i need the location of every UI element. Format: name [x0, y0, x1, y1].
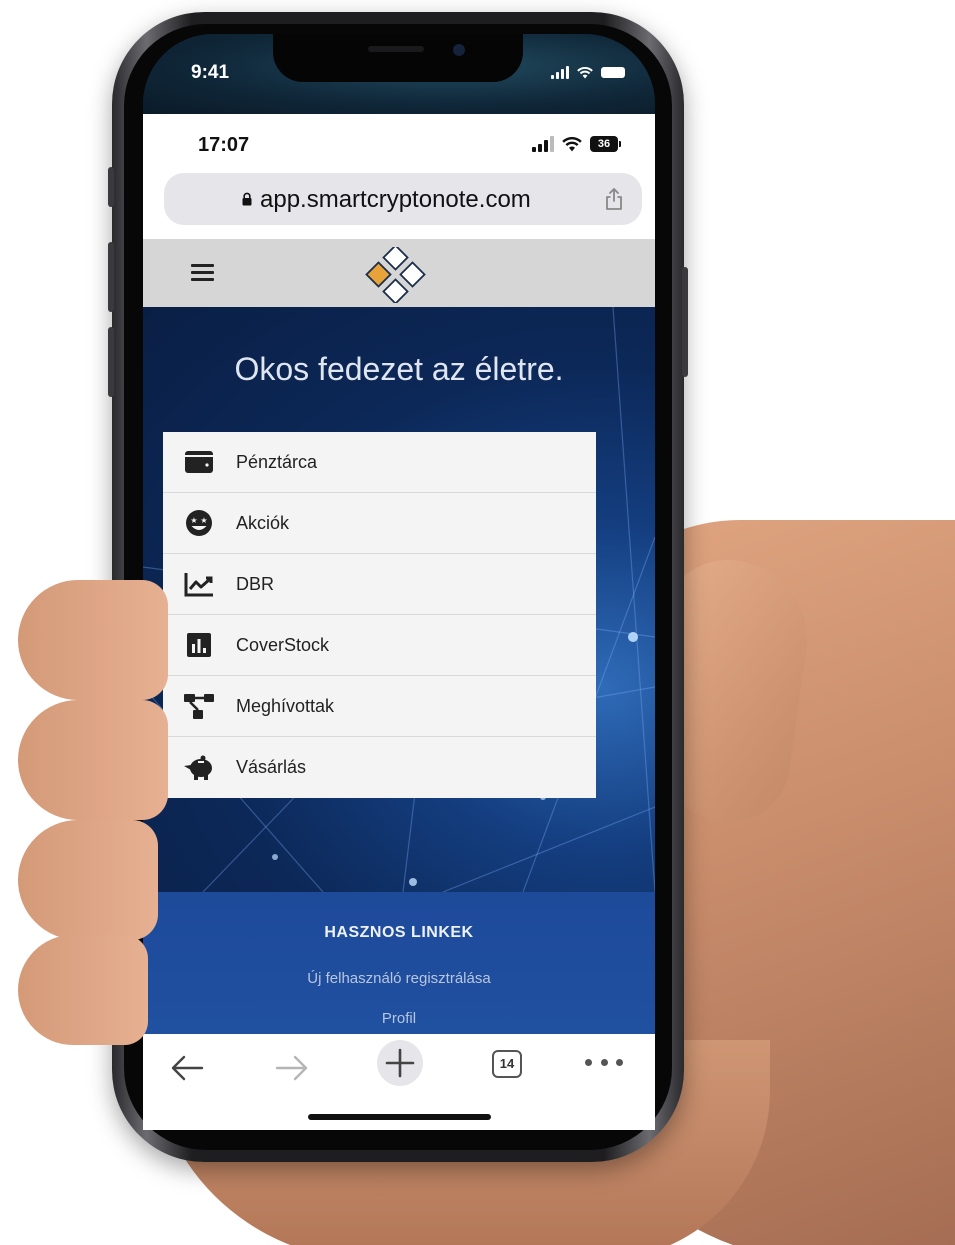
status-time: 17:07	[198, 134, 250, 156]
home-indicator[interactable]	[308, 1114, 491, 1120]
cellular-signal-icon	[551, 66, 569, 79]
site-header	[143, 239, 655, 307]
url-text: app.smartcryptonote.com	[260, 186, 531, 213]
device-time: 9:41	[191, 62, 230, 83]
volume-down-button	[108, 327, 114, 397]
trending-chart-icon	[184, 573, 213, 597]
menu-item-label: Vásárlás	[236, 757, 307, 777]
earpiece-speaker	[368, 46, 424, 52]
mute-switch	[108, 167, 114, 207]
battery-icon: 36	[590, 136, 621, 152]
menu-item-coverstock[interactable]: CoverStock	[163, 615, 596, 676]
back-arrow-icon[interactable]	[170, 1048, 204, 1088]
more-menu-icon[interactable]	[585, 1056, 623, 1068]
hand-finger	[18, 580, 168, 700]
hand-finger	[18, 820, 158, 940]
hand-finger	[18, 700, 168, 820]
menu-item-label: Meghívottak	[236, 696, 335, 716]
power-button	[682, 267, 688, 377]
browser-status-bar: 17:07 36	[143, 114, 655, 174]
front-camera	[453, 44, 465, 56]
browser-toolbar: 14	[143, 1034, 655, 1130]
network-tree-icon	[184, 694, 214, 719]
side-menu: Pénztárca ★ ★ Akciók DBR CoverStock Megh…	[163, 432, 596, 798]
hamburger-menu-icon[interactable]	[191, 264, 214, 281]
menu-item-label: CoverStock	[236, 635, 330, 655]
menu-item-label: Pénztárca	[236, 452, 318, 472]
status-icons: 36	[532, 136, 621, 152]
svg-text:★: ★	[200, 516, 207, 525]
tab-switcher-button[interactable]: 14	[492, 1050, 522, 1078]
menu-item-label: DBR	[236, 574, 275, 594]
menu-item-label: Akciók	[236, 513, 290, 533]
hero-section: Okos fedezet az életre. Pénztárca ★ ★ Ak…	[143, 307, 655, 892]
star-eyes-face-icon: ★ ★	[186, 510, 212, 536]
brand-logo[interactable]	[365, 247, 429, 303]
notch	[273, 34, 523, 82]
cellular-signal-icon	[532, 136, 554, 152]
hero-title: Okos fedezet az életre.	[234, 351, 564, 387]
wifi-icon	[577, 66, 593, 78]
wifi-icon	[562, 136, 582, 151]
phone-screen: 9:41 17:07 36 app.smartcryptonote.com Ok…	[143, 34, 655, 1130]
menu-item-dbr[interactable]: DBR	[163, 554, 596, 615]
address-bar[interactable]: app.smartcryptonote.com	[164, 173, 642, 225]
volume-up-button	[108, 242, 114, 312]
battery-icon	[601, 67, 625, 78]
menu-item-akciok[interactable]: ★ ★ Akciók	[163, 493, 596, 554]
wallet-icon	[185, 451, 213, 473]
device-status-bar: 9:41	[143, 34, 655, 114]
device-status-icons	[551, 66, 625, 79]
footer-title: HASZNOS LINKEK	[324, 924, 474, 941]
forward-arrow-icon[interactable]	[275, 1048, 309, 1088]
lock-icon	[242, 192, 252, 206]
profile-link[interactable]: Profil	[143, 1010, 655, 1027]
menu-item-vasarlas[interactable]: Vásárlás	[163, 737, 596, 798]
hand-finger	[18, 935, 148, 1045]
browser-view: 17:07 36 app.smartcryptonote.com Okos fe…	[143, 114, 655, 1130]
register-link[interactable]: Új felhasználó regisztrálása	[143, 970, 655, 987]
footer-section: HASZNOS LINKEK Új felhasználó regisztrál…	[143, 892, 655, 1034]
svg-text:★: ★	[190, 516, 197, 525]
bar-chart-icon	[187, 633, 211, 657]
new-tab-button[interactable]	[377, 1040, 423, 1086]
share-icon[interactable]	[604, 187, 624, 211]
menu-item-penztarca[interactable]: Pénztárca	[163, 432, 596, 493]
piggy-bank-icon	[184, 755, 212, 780]
plus-icon	[385, 1048, 415, 1078]
battery-level: 36	[590, 136, 618, 152]
menu-item-meghivottak[interactable]: Meghívottak	[163, 676, 596, 737]
phone-frame: 9:41 17:07 36 app.smartcryptonote.com Ok…	[108, 12, 688, 1162]
